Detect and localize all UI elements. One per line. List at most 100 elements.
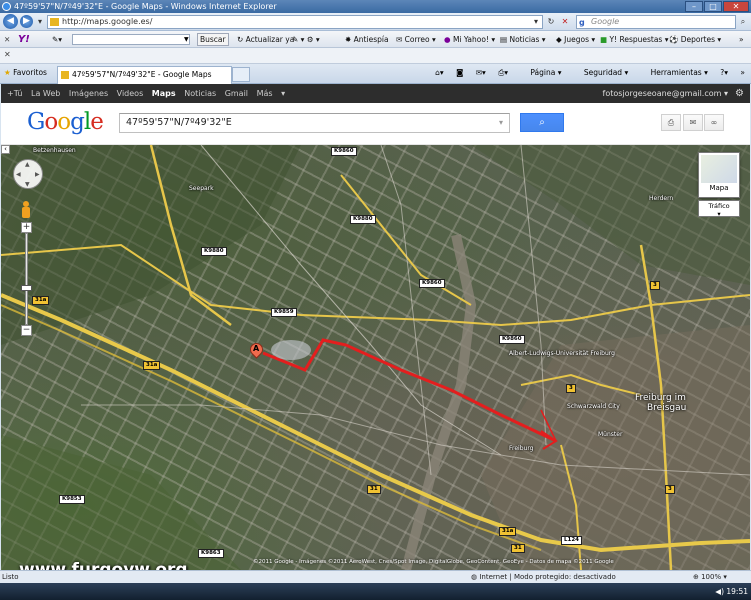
minimize-button[interactable]: – <box>685 1 703 12</box>
stadium-building <box>271 340 311 360</box>
link-icon[interactable]: ∞ <box>704 114 724 131</box>
toolbar-item-label: Y! Respuestas <box>609 35 663 44</box>
map-type-thumbnail <box>701 155 737 183</box>
zoom-level-value: 100% <box>701 573 722 581</box>
star-icon: ★ <box>4 68 14 77</box>
overflow-icon[interactable]: » <box>740 68 745 77</box>
account-email: fotosjorgeseoane@gmail.com <box>602 89 722 98</box>
gear-icon[interactable]: ⚙ <box>735 84 744 103</box>
gbar-link-images[interactable]: Imágenes <box>69 89 108 98</box>
pan-left-icon[interactable]: ◀ <box>16 171 21 178</box>
gbar-link-videos[interactable]: Videos <box>117 89 144 98</box>
pencil-icon[interactable]: ✎▾ <box>52 31 62 48</box>
city-label-line1: Freiburg im <box>635 393 686 403</box>
zoom-slider-track[interactable] <box>25 233 28 325</box>
gbar-link-news[interactable]: Noticias <box>184 89 216 98</box>
close-row-icon[interactable]: ✕ <box>4 50 11 59</box>
print-icon[interactable]: ⎙▾ <box>498 68 508 77</box>
toolbar-item-noticias[interactable]: ▤ Noticias ▾ <box>500 31 546 48</box>
back-button[interactable]: ◀ <box>3 14 18 29</box>
zoom-level[interactable]: ⊕ 100% ▾ <box>693 571 727 583</box>
road-shield: 31 <box>367 485 381 494</box>
toolbar-tools-icons[interactable]: ✎ ▾ ⚙ ▾ <box>292 31 320 48</box>
system-tray[interactable]: ◀) 19:51 <box>708 585 748 598</box>
home-icon[interactable]: ⌂▾ <box>435 68 444 77</box>
url-dropdown-icon[interactable]: ▾ <box>531 16 541 27</box>
ball-icon: ⚽ <box>669 35 681 44</box>
url-text: http://maps.google.es/ <box>62 17 153 26</box>
location-marker-a[interactable]: A <box>247 340 266 361</box>
gbar-link-maps[interactable]: Maps <box>152 89 176 98</box>
close-window-button[interactable]: ✕ <box>723 1 749 12</box>
gbar-link-web[interactable]: La Web <box>31 89 60 98</box>
close-toolbar-icon[interactable]: ✕ <box>4 31 10 48</box>
map-type-button[interactable]: Mapa <box>698 152 740 198</box>
toolbar-item-antiespia[interactable]: ✸ Antiespía <box>345 31 389 48</box>
zoom-in-button[interactable]: + <box>21 222 32 233</box>
pan-control[interactable]: ▲ ▼ ◀ ▶ <box>13 159 43 189</box>
gbar-link-plus[interactable]: +Tú <box>7 89 22 98</box>
speaker-icon[interactable]: ◀) <box>715 587 726 596</box>
yahoo-search-input[interactable] <box>72 34 190 45</box>
pan-right-icon[interactable]: ▶ <box>35 171 40 178</box>
gbar-link-gmail[interactable]: Gmail <box>225 89 248 98</box>
refresh-icon[interactable]: ↻ <box>546 16 556 27</box>
blank-toolbar-row: ✕ <box>0 48 751 64</box>
road-shield: K9860 <box>331 147 357 156</box>
new-tab-button[interactable] <box>232 67 250 82</box>
forward-button[interactable]: ▶ <box>20 15 33 28</box>
yahoo-search-dropdown-icon[interactable]: ▼ <box>184 34 192 45</box>
search-button[interactable]: ⌕ <box>520 113 564 132</box>
yahoo-search-button[interactable]: Buscar <box>197 33 229 46</box>
yahoo-logo[interactable]: Y! <box>18 32 30 47</box>
toolbar-item-correo[interactable]: ✉ Correo ▾ <box>396 31 436 48</box>
toolbar-item-mi-yahoo[interactable]: ● Mi Yahoo! ▾ <box>444 31 495 48</box>
road-shield: K9860 <box>419 279 445 288</box>
address-toolbar: ◀ ▶ ▾ http://maps.google.es/ ▾ ↻ ✕ g Goo… <box>0 13 751 31</box>
gbar-link-more[interactable]: Más ▾ <box>257 89 286 98</box>
pan-down-icon[interactable]: ▼ <box>25 181 30 188</box>
zoom-out-button[interactable]: − <box>21 325 32 336</box>
traffic-layer-button[interactable]: Tráfico ▾ <box>698 200 740 218</box>
menu-pagina[interactable]: Página ▾ <box>520 68 561 77</box>
search-dropdown-icon[interactable]: ▾ <box>499 114 503 132</box>
google-top-bar: +Tú La Web Imágenes Videos Maps Noticias… <box>1 84 750 103</box>
yahoo-toolbar: ✕ Y! ✎▾ ▼ Buscar ↻ Actualizar ya ✎ ▾ ⚙ ▾… <box>0 31 751 48</box>
browser-search-input[interactable]: g Google <box>576 15 736 29</box>
account-menu[interactable]: fotosjorgeseoane@gmail.com ▾ <box>603 84 728 103</box>
street-view-pegman-icon[interactable] <box>20 201 32 219</box>
pan-up-icon[interactable]: ▲ <box>25 161 30 168</box>
stop-icon[interactable]: ✕ <box>560 16 570 27</box>
zoom-slider-handle[interactable] <box>21 285 32 291</box>
marker-letter: A <box>253 344 260 353</box>
print-icon[interactable]: ⎙ <box>661 114 681 131</box>
favorites-button[interactable]: ★ Favoritos <box>4 68 47 77</box>
email-icon[interactable]: ✉ <box>683 114 703 131</box>
place-label: Münster <box>598 431 623 438</box>
google-logo[interactable]: Google <box>27 109 104 135</box>
search-icon[interactable]: ⌕ <box>738 16 748 27</box>
url-field[interactable]: http://maps.google.es/ <box>47 15 543 29</box>
help-icon[interactable]: ?▾ <box>720 68 728 77</box>
toolbar-overflow-icon[interactable]: » <box>739 31 744 48</box>
collapse-panel-icon[interactable]: ‹ <box>1 145 10 154</box>
read-mail-icon[interactable]: ✉▾ <box>476 68 486 77</box>
toolbar-item-respuestas[interactable]: ■ Y! Respuestas ▾ <box>600 31 669 48</box>
feeds-icon[interactable]: ◙ <box>456 68 463 77</box>
yahoo-icon: ● <box>444 35 453 44</box>
history-dropdown-icon[interactable]: ▾ <box>35 16 45 27</box>
toolbar-item-juegos[interactable]: ◆ Juegos ▾ <box>556 31 595 48</box>
window-title: 47º59'57"N/7º49'32"E - Google Maps - Win… <box>14 2 277 11</box>
search-icon: ⌕ <box>539 117 545 128</box>
maps-search-input[interactable]: 47º59'57"N/7º49'32"E ▾ <box>119 113 510 133</box>
traffic-label: Tráfico <box>708 202 730 210</box>
place-label: Seepark <box>189 185 214 192</box>
tab-google-maps[interactable]: 47º59'57"N/7º49'32"E - Google Maps <box>57 66 232 84</box>
menu-herramientas[interactable]: Herramientas ▾ <box>641 68 708 77</box>
menu-seguridad[interactable]: Seguridad ▾ <box>574 68 628 77</box>
map-canvas[interactable]: Betzenhausen Seepark Herdern Albert-Ludw… <box>1 145 750 570</box>
maximize-button[interactable]: □ <box>704 1 722 12</box>
toolbar-item-actualizar[interactable]: ↻ Actualizar ya <box>237 31 294 48</box>
toolbar-item-deportes[interactable]: ⚽ Deportes ▾ <box>669 31 721 48</box>
refresh-small-icon: ↻ <box>237 35 246 44</box>
